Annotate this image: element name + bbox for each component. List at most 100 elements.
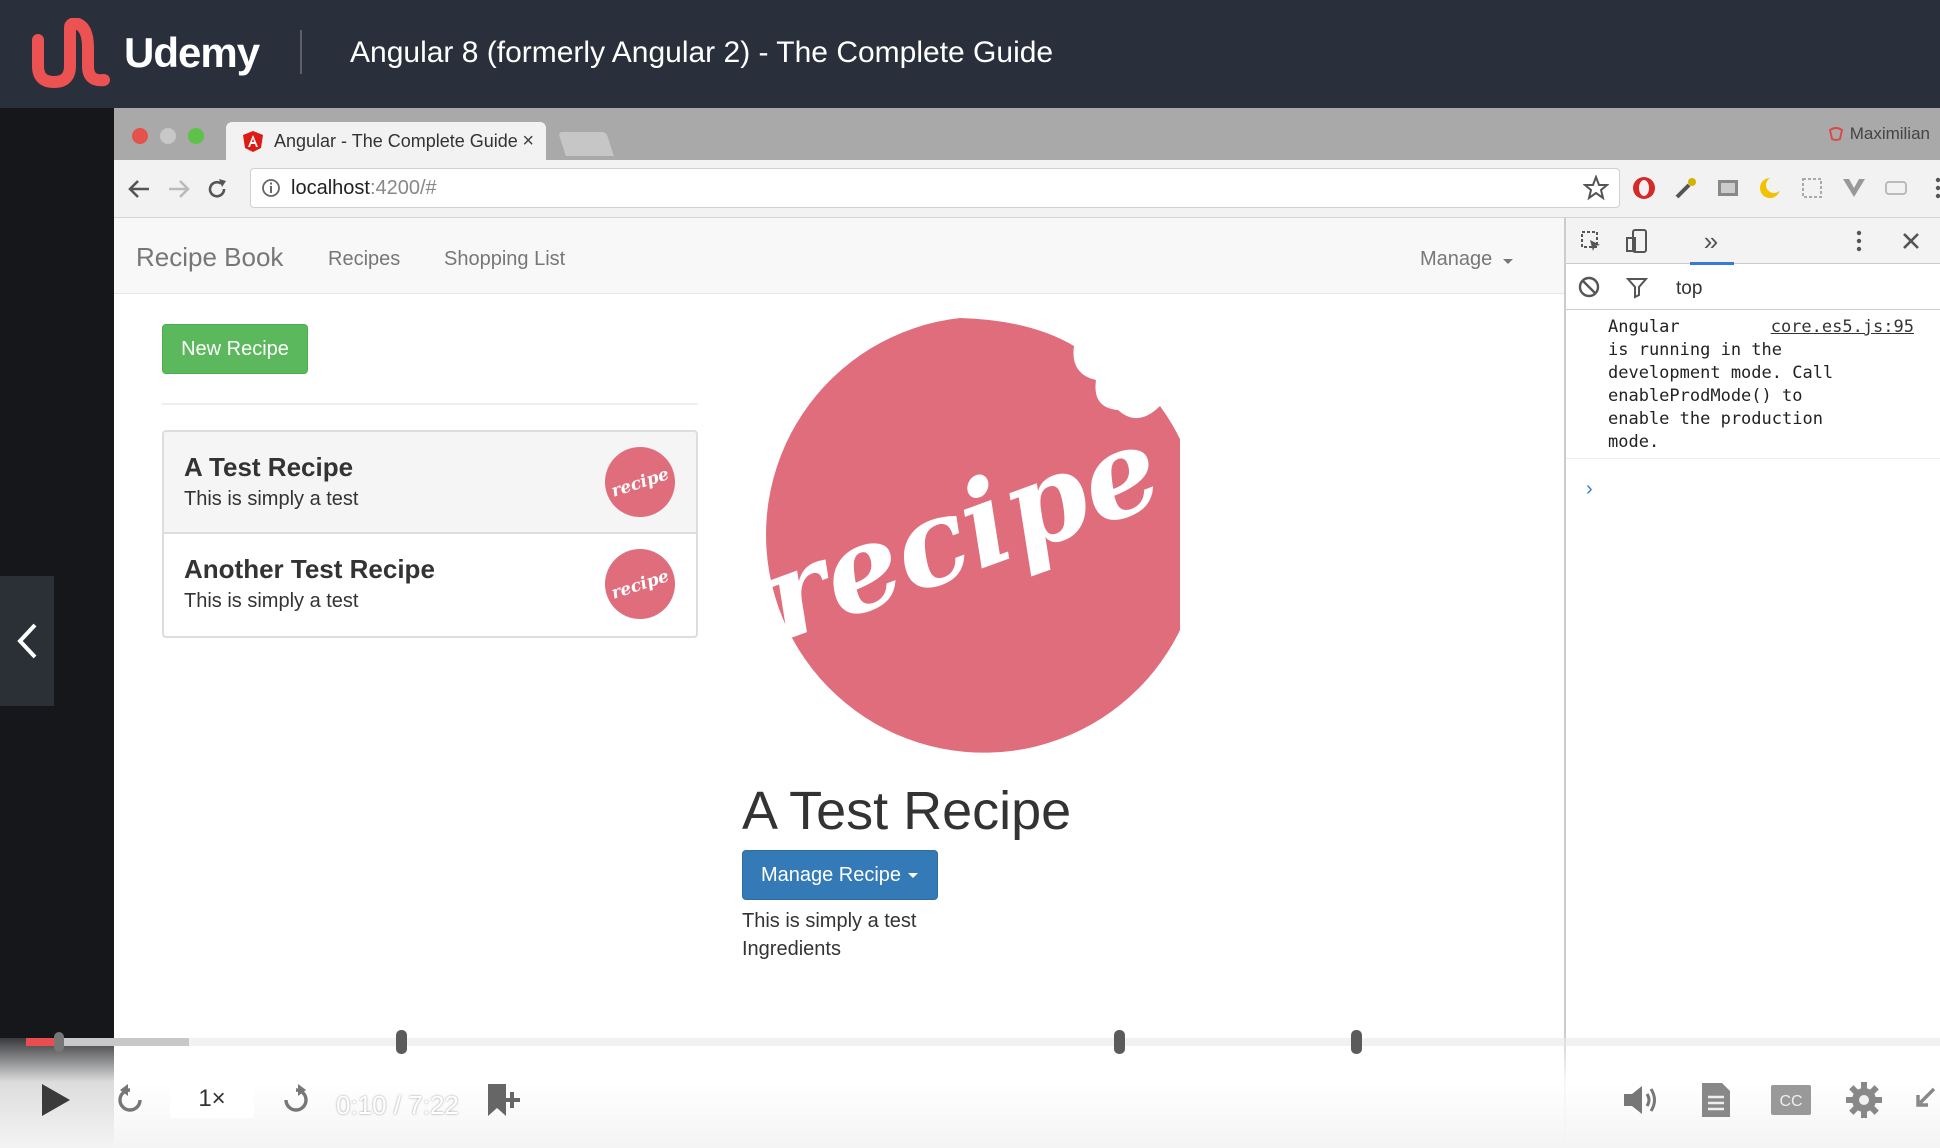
- extension-icons: [1630, 174, 1940, 202]
- udemy-wordmark: Udemy: [124, 29, 260, 76]
- recipe-detail-image: recipe: [744, 318, 1180, 753]
- settings-button[interactable]: [1842, 1078, 1886, 1122]
- manage-recipe-button[interactable]: Manage Recipe: [742, 850, 938, 900]
- play-icon: [42, 1084, 70, 1116]
- grid-extension-icon[interactable]: [1798, 174, 1826, 202]
- transcript-icon: [1702, 1083, 1730, 1117]
- bookmark-star-icon[interactable]: [1582, 174, 1610, 206]
- recipe-list-item[interactable]: A Test Recipe This is simply a test reci…: [162, 430, 698, 534]
- cast-extension-icon[interactable]: [1882, 174, 1910, 202]
- browser-menu-icon[interactable]: [1924, 174, 1940, 202]
- bookmark-marker[interactable]: [1351, 1030, 1363, 1054]
- recipe-detail-title: A Test Recipe: [742, 781, 1072, 841]
- course-title[interactable]: Angular 8 (formerly Angular 2) - The Com…: [350, 36, 1053, 70]
- console-filter-bar: top: [1566, 264, 1940, 310]
- profile-icon: [1828, 127, 1843, 141]
- nav-link-recipes[interactable]: Recipes: [328, 248, 400, 271]
- recipe-item-name: Another Test Recipe: [184, 554, 435, 584]
- address-bar[interactable]: localhost:4200/#: [250, 168, 1620, 208]
- previous-lecture-button[interactable]: [0, 576, 54, 706]
- add-bookmark-button[interactable]: [482, 1078, 526, 1122]
- manage-recipe-label: Manage Recipe: [760, 863, 902, 886]
- time-display: 0:10 / 7:22: [336, 1090, 459, 1120]
- moon-extension-icon[interactable]: [1756, 174, 1784, 202]
- devtools-menu-icon[interactable]: [1844, 226, 1874, 256]
- recipe-detail-description: This is simply a test: [742, 910, 917, 932]
- vue-extension-icon[interactable]: [1840, 174, 1868, 202]
- arrow-left-icon: [128, 180, 149, 198]
- console-prompt[interactable]: ›: [1586, 478, 1593, 501]
- reload-icon: [208, 179, 226, 198]
- recipe-item-description: This is simply a test: [184, 488, 359, 510]
- caret-down-icon: [1502, 259, 1513, 264]
- recipe-item-name: A Test Recipe: [184, 452, 354, 482]
- scrubber-handle[interactable]: [54, 1032, 65, 1052]
- volume-button[interactable]: [1620, 1078, 1664, 1122]
- opera-extension-icon[interactable]: [1630, 174, 1658, 202]
- volume-icon: [1624, 1086, 1656, 1114]
- browser-profile[interactable]: Maximilian: [1828, 124, 1930, 144]
- rewind-button[interactable]: [110, 1078, 150, 1122]
- udemy-logo-icon: [32, 18, 110, 88]
- manage-dropdown-label: Manage: [1420, 248, 1493, 270]
- video-player[interactable]: Angular - The Complete Guide × Maximilia…: [0, 108, 1940, 1148]
- bookmark-add-icon: [488, 1084, 520, 1116]
- forward-button[interactable]: [276, 1078, 316, 1122]
- bookmark-marker[interactable]: [1113, 1030, 1125, 1054]
- eyedropper-extension-icon[interactable]: [1672, 174, 1700, 202]
- window-maximize-icon[interactable]: [188, 128, 204, 144]
- minimize-icon: [1916, 1087, 1936, 1107]
- console-source-link[interactable]: core.es5.js:95: [1771, 316, 1914, 339]
- header-divider: [300, 30, 302, 74]
- device-toolbar-icon[interactable]: [1622, 226, 1652, 256]
- console-context-selector[interactable]: top: [1676, 278, 1702, 300]
- udemy-logo[interactable]: Udemy: [28, 18, 260, 88]
- more-tabs-button[interactable]: »: [1696, 226, 1726, 256]
- rewind-icon: [118, 1084, 142, 1112]
- browser-tab-active[interactable]: Angular - The Complete Guide ×: [226, 122, 546, 160]
- navbar-brand[interactable]: Recipe Book: [136, 242, 283, 273]
- tab-close-icon[interactable]: ×: [522, 130, 534, 153]
- filter-icon[interactable]: [1622, 272, 1652, 302]
- browser-titlebar: Angular - The Complete Guide × Maximilia…: [114, 108, 1940, 160]
- app-navbar: Recipe Book Recipes Shopping List Manage: [114, 218, 1564, 294]
- reload-button[interactable]: [202, 174, 232, 204]
- inspect-element-icon[interactable]: [1576, 226, 1606, 256]
- devtools-close-icon[interactable]: [1896, 226, 1926, 256]
- new-recipe-button[interactable]: New Recipe: [162, 324, 308, 374]
- nav-link-shopping-list[interactable]: Shopping List: [444, 248, 565, 271]
- clear-console-icon[interactable]: [1574, 272, 1604, 302]
- recipe-list-item[interactable]: Another Test Recipe This is simply a tes…: [162, 534, 698, 638]
- profile-name: Maximilian: [1849, 124, 1930, 143]
- url-host: localhost: [291, 176, 370, 199]
- manage-dropdown[interactable]: Manage: [1420, 248, 1514, 271]
- captions-icon: CC: [1771, 1085, 1811, 1115]
- arrow-right-icon: [169, 180, 190, 198]
- back-button[interactable]: [124, 174, 154, 204]
- exit-fullscreen-button[interactable]: [1906, 1078, 1940, 1122]
- playback-speed-button[interactable]: 1×: [170, 1080, 254, 1118]
- url-path: :4200/#: [369, 176, 437, 199]
- recipe-ingredients-heading: Ingredients: [742, 938, 841, 960]
- progress-track[interactable]: [26, 1038, 1940, 1046]
- info-icon[interactable]: [261, 178, 281, 198]
- window-minimize-icon[interactable]: [160, 128, 176, 144]
- tab-title: Angular - The Complete Guide: [274, 130, 518, 151]
- screenshot-extension-icon[interactable]: [1714, 174, 1742, 202]
- new-tab-button[interactable]: [558, 132, 614, 156]
- chevron-left-icon: [17, 623, 37, 659]
- angular-favicon-icon: [243, 131, 263, 152]
- caret-down-icon: [908, 873, 919, 878]
- console-message: core.es5.js:95 Angular is running in the…: [1566, 310, 1940, 459]
- captions-button[interactable]: CC: [1768, 1078, 1814, 1122]
- play-button[interactable]: [36, 1078, 76, 1122]
- course-header: Udemy Angular 8 (formerly Angular 2) - T…: [0, 0, 1940, 108]
- transcript-button[interactable]: [1696, 1078, 1736, 1122]
- recipe-book-page: Recipe Book Recipes Shopping List Manage…: [114, 218, 1564, 1148]
- window-close-icon[interactable]: [132, 128, 148, 144]
- recipe-thumbnail: recipe: [605, 549, 675, 619]
- bookmark-marker[interactable]: [396, 1030, 408, 1054]
- video-frame[interactable]: Angular - The Complete Guide × Maximilia…: [114, 108, 1940, 1148]
- recipe-thumbnail: recipe: [605, 447, 675, 517]
- forward-button[interactable]: [164, 174, 194, 204]
